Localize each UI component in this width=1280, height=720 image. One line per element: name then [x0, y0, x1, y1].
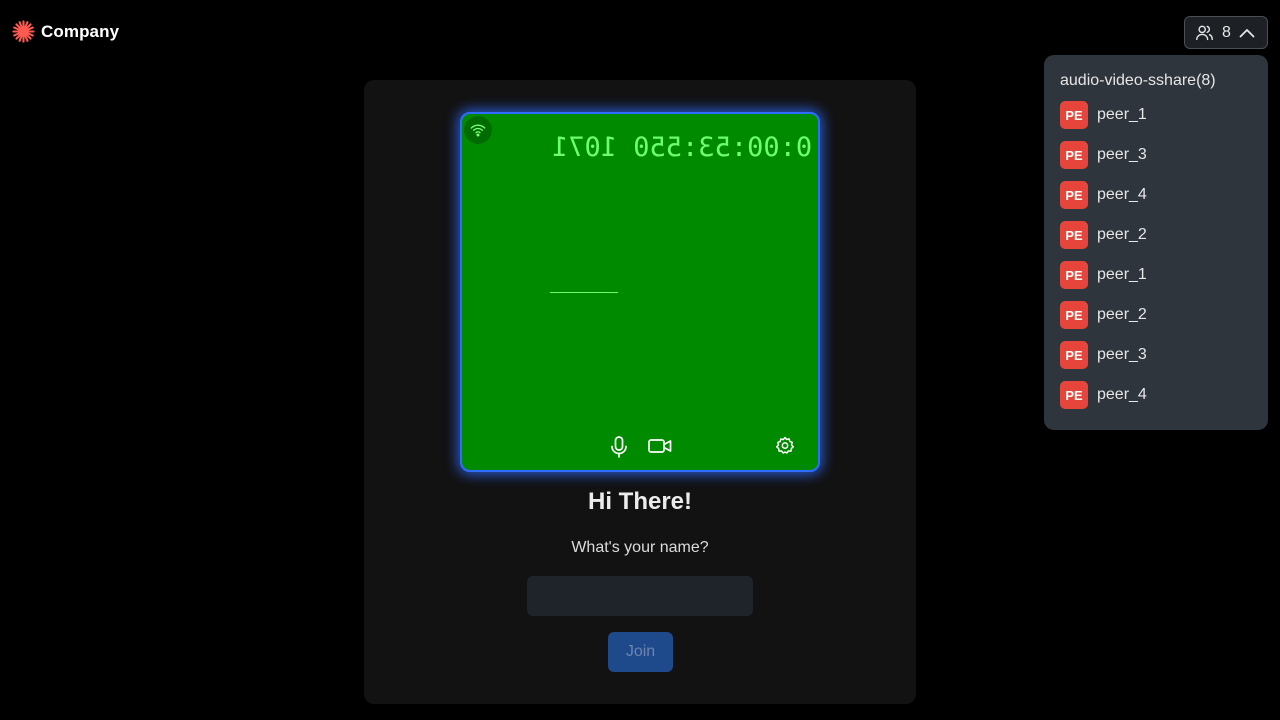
- brand-logo: Company: [12, 20, 119, 43]
- peer-list: PE peer_1 PE peer_3 PE peer_4 PE peer_2 PE peer_1…: [1060, 95, 1252, 415]
- peer-avatar: PE: [1060, 381, 1088, 409]
- peer-name: peer_4: [1097, 386, 1147, 403]
- video-preview: 0:00:53:550 1071: [460, 112, 820, 472]
- peer-list-item[interactable]: PE peer_1: [1060, 255, 1252, 295]
- chevron-up-icon: [1239, 28, 1255, 37]
- peer-name: peer_4: [1097, 186, 1147, 203]
- peer-list-item[interactable]: PE peer_3: [1060, 135, 1252, 175]
- name-prompt: What's your name?: [571, 539, 709, 556]
- peer-name: peer_1: [1097, 106, 1147, 123]
- peer-name: peer_3: [1097, 346, 1147, 363]
- peer-name: peer_3: [1097, 146, 1147, 163]
- company-logo-icon: [12, 20, 35, 43]
- people-icon: [1196, 25, 1213, 41]
- network-icon: [464, 116, 492, 144]
- peer-avatar: PE: [1060, 301, 1088, 329]
- peer-avatar: PE: [1060, 181, 1088, 209]
- peer-list-item[interactable]: PE peer_1: [1060, 95, 1252, 135]
- settings-icon: [775, 436, 795, 454]
- preview-card: 0:00:53:550 1071 Hi There! What's your n…: [364, 80, 916, 704]
- settings-button[interactable]: [775, 436, 795, 456]
- peer-list-item[interactable]: PE peer_2: [1060, 215, 1252, 255]
- peer-list-item[interactable]: PE peer_3: [1060, 335, 1252, 375]
- peer-list-item[interactable]: PE peer_4: [1060, 375, 1252, 415]
- peer-list-item[interactable]: PE peer_4: [1060, 175, 1252, 215]
- video-camera-icon: [648, 439, 672, 453]
- brand-name: Company: [41, 21, 120, 41]
- microphone-icon: [611, 436, 627, 458]
- name-input[interactable]: [527, 576, 753, 616]
- microphone-toggle-button[interactable]: [610, 436, 628, 458]
- audio-level-indicator: [550, 292, 618, 293]
- join-button[interactable]: Join: [608, 632, 673, 672]
- participant-count: 8: [1222, 23, 1231, 41]
- peer-list-item[interactable]: PE peer_2: [1060, 295, 1252, 335]
- room-title: audio-video-sshare(8): [1060, 72, 1216, 89]
- participants-toggle-button[interactable]: 8: [1184, 16, 1268, 49]
- peer-name: peer_1: [1097, 266, 1147, 283]
- peer-avatar: PE: [1060, 101, 1088, 129]
- participants-dropdown: audio-video-sshare(8) PE peer_1 PE peer_3 PE…: [1044, 55, 1268, 430]
- greeting-heading: Hi There!: [587, 488, 692, 515]
- peer-avatar: PE: [1060, 141, 1088, 169]
- peer-avatar: PE: [1060, 341, 1088, 369]
- video-timestamp: 0:00:53:550 1071: [551, 132, 812, 163]
- peer-name: peer_2: [1097, 306, 1147, 323]
- camera-toggle-button[interactable]: [648, 438, 672, 454]
- peer-avatar: PE: [1060, 261, 1088, 289]
- peer-avatar: PE: [1060, 221, 1088, 249]
- peer-name: peer_2: [1097, 226, 1147, 243]
